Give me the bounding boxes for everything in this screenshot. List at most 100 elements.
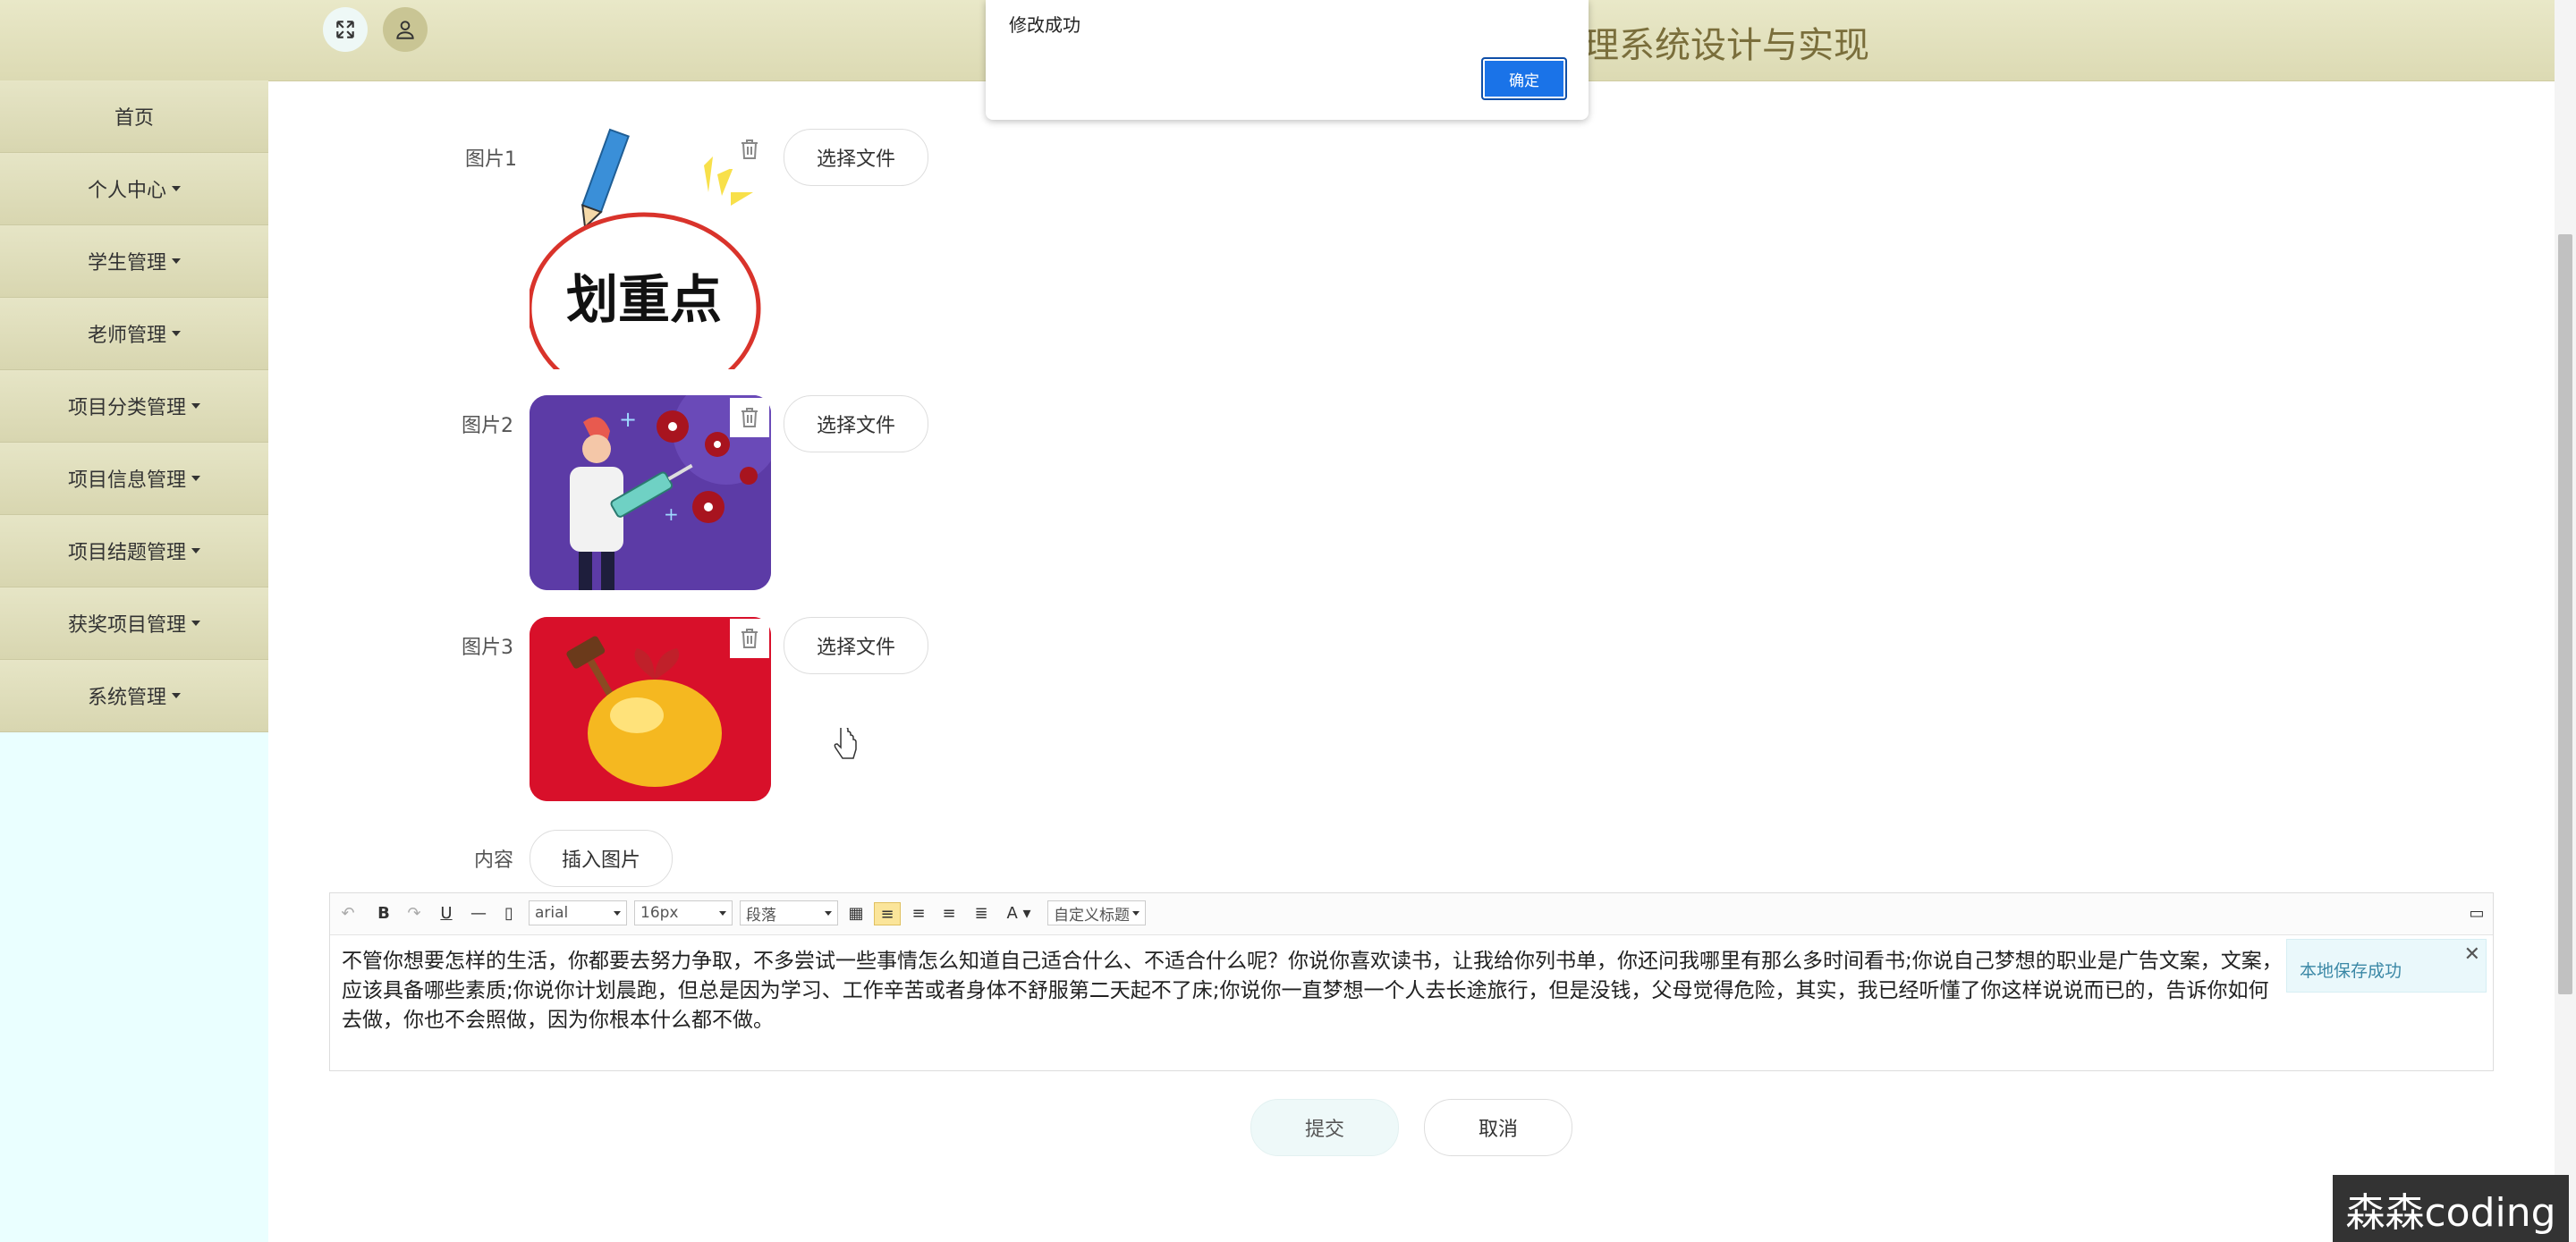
blank-page-button[interactable]: ▯ xyxy=(500,902,518,924)
sidebar-item-label: 项目结题管理 xyxy=(67,542,186,564)
font-color-icon: A ▾ xyxy=(1006,903,1031,923)
redo-icon: ↷ xyxy=(407,903,421,923)
table-button[interactable]: ▦ xyxy=(845,902,867,924)
trash-icon xyxy=(741,139,758,159)
font-size-value: 16px xyxy=(640,904,679,922)
font-color-button[interactable]: A ▾ xyxy=(1003,902,1035,924)
caret-down-icon xyxy=(191,476,200,481)
bold-button[interactable]: B xyxy=(375,902,393,924)
choose-file-button-2[interactable]: 选择文件 xyxy=(784,395,928,452)
image1-caption: 划重点 xyxy=(566,269,722,330)
cancel-button[interactable]: 取消 xyxy=(1424,1099,1572,1156)
sidebar-item-personal-center[interactable]: 个人中心 xyxy=(0,153,268,225)
fullscreen-button[interactable] xyxy=(323,7,368,52)
redo-button[interactable]: ↷ xyxy=(405,902,423,924)
custom-title-select[interactable]: 自定义标题 xyxy=(1047,900,1146,925)
hand-cursor-icon xyxy=(834,728,857,759)
chevron-down-icon xyxy=(719,910,726,916)
sidebar-item-label: 项目分类管理 xyxy=(67,397,186,419)
choose-file-button-1[interactable]: 选择文件 xyxy=(784,129,928,186)
insert-image-button[interactable]: 插入图片 xyxy=(530,830,673,887)
image3-label: 图片3 xyxy=(462,637,513,659)
editor-content[interactable]: 不管你想要怎样的生活，你都要去努力争取，不多尝试一些事情怎么知道自己适合什么、不… xyxy=(342,947,2283,1035)
sidebar-item-label: 老师管理 xyxy=(87,325,166,347)
content-label: 内容 xyxy=(474,849,514,872)
chevron-down-icon xyxy=(1132,910,1140,916)
choose-file-button-3[interactable]: 选择文件 xyxy=(784,617,928,674)
paragraph-value: 段落 xyxy=(746,906,776,925)
local-save-toast: 本地保存成功 ✕ xyxy=(2286,939,2487,993)
toast-message: 本地保存成功 xyxy=(2300,961,2402,981)
sidebar-item-teachers[interactable]: 老师管理 xyxy=(0,298,268,370)
delete-image1-button[interactable] xyxy=(730,130,769,169)
caret-down-icon xyxy=(191,548,200,553)
sidebar-item-award-projects[interactable]: 获奖项目管理 xyxy=(0,587,268,660)
alert-message: 修改成功 xyxy=(1009,14,1080,36)
font-size-select[interactable]: 16px xyxy=(634,900,733,925)
user-button[interactable] xyxy=(383,7,428,52)
caret-down-icon xyxy=(172,258,181,264)
chevron-down-icon xyxy=(614,910,621,916)
sidebar-item-home[interactable]: 首页 xyxy=(0,80,268,153)
sidebar-item-label: 学生管理 xyxy=(87,252,166,275)
sidebar-item-project-category[interactable]: 项目分类管理 xyxy=(0,370,268,443)
undo-icon: ↶ xyxy=(341,903,355,923)
close-icon[interactable]: ✕ xyxy=(2464,943,2480,966)
table-icon: ▦ xyxy=(848,903,864,923)
underline-button[interactable]: U xyxy=(437,902,455,924)
delete-image2-button[interactable] xyxy=(730,398,769,437)
font-family-select[interactable]: arial xyxy=(529,900,627,925)
underline-icon: U xyxy=(440,903,453,923)
fullscreen-editor-button[interactable]: ▭ xyxy=(2466,902,2487,924)
chevron-down-icon xyxy=(825,910,832,916)
alert-ok-button[interactable]: 确定 xyxy=(1481,57,1567,100)
align-center-icon: ≡ xyxy=(942,903,956,923)
sidebar: 首页 个人中心 学生管理 老师管理 项目分类管理 项目信息管理 项目结题管理 获… xyxy=(0,80,268,1242)
align-right-button[interactable]: ≡ xyxy=(908,902,929,924)
image1-label: 图片1 xyxy=(465,148,517,171)
caret-down-icon xyxy=(172,693,181,698)
horizontal-rule-button[interactable]: — xyxy=(468,902,489,924)
sidebar-item-label: 获奖项目管理 xyxy=(67,614,186,637)
align-left-icon: ≡ xyxy=(880,904,894,924)
rich-text-editor: ↶ B ↷ U — ▯ arial 16px 段落 ▦ ≡ ≡ ≡ ≣ A ▾ … xyxy=(329,892,2494,1071)
page-icon: ▯ xyxy=(504,903,513,923)
monitor-icon: ▭ xyxy=(2469,903,2485,923)
trash-icon xyxy=(741,629,758,648)
alert-dialog: 修改成功 确定 xyxy=(986,0,1589,120)
sidebar-item-label: 系统管理 xyxy=(87,687,166,709)
sidebar-item-system[interactable]: 系统管理 xyxy=(0,660,268,732)
font-family-value: arial xyxy=(535,904,569,922)
justify-button[interactable]: ≣ xyxy=(970,902,992,924)
undo-button[interactable]: ↶ xyxy=(339,902,357,924)
custom-title-value: 自定义标题 xyxy=(1054,906,1130,925)
image2-label: 图片2 xyxy=(462,415,513,437)
page-scrollbar[interactable] xyxy=(2555,0,2576,1242)
align-center-button[interactable]: ≡ xyxy=(938,902,960,924)
paragraph-select[interactable]: 段落 xyxy=(740,900,838,925)
sidebar-item-students[interactable]: 学生管理 xyxy=(0,225,268,298)
user-icon xyxy=(396,21,414,39)
sidebar-item-project-info[interactable]: 项目信息管理 xyxy=(0,443,268,515)
scrollbar-thumb[interactable] xyxy=(2558,234,2572,994)
caret-down-icon xyxy=(172,331,181,336)
editor-toolbar: ↶ B ↷ U — ▯ arial 16px 段落 ▦ ≡ ≡ ≡ ≣ A ▾ … xyxy=(330,893,2493,935)
trash-icon xyxy=(741,408,758,427)
svg-text:+: + xyxy=(664,503,679,525)
horizontal-rule-icon: — xyxy=(470,903,487,923)
page-title: 理系统设计与实现 xyxy=(1583,25,1869,66)
caret-down-icon xyxy=(172,186,181,191)
svg-text:+: + xyxy=(619,407,637,432)
align-right-icon: ≡ xyxy=(911,903,926,923)
justify-icon: ≣ xyxy=(974,903,988,923)
delete-image3-button[interactable] xyxy=(730,619,769,658)
expand-icon xyxy=(336,21,354,38)
sidebar-item-project-conclusion[interactable]: 项目结题管理 xyxy=(0,515,268,587)
submit-button[interactable]: 提交 xyxy=(1250,1099,1399,1156)
bold-icon: B xyxy=(377,903,390,923)
align-left-button[interactable]: ≡ xyxy=(874,902,901,925)
watermark: 森森coding xyxy=(2333,1175,2569,1242)
sidebar-item-label: 项目信息管理 xyxy=(67,469,186,492)
sidebar-item-label: 个人中心 xyxy=(87,180,166,202)
caret-down-icon xyxy=(191,403,200,409)
